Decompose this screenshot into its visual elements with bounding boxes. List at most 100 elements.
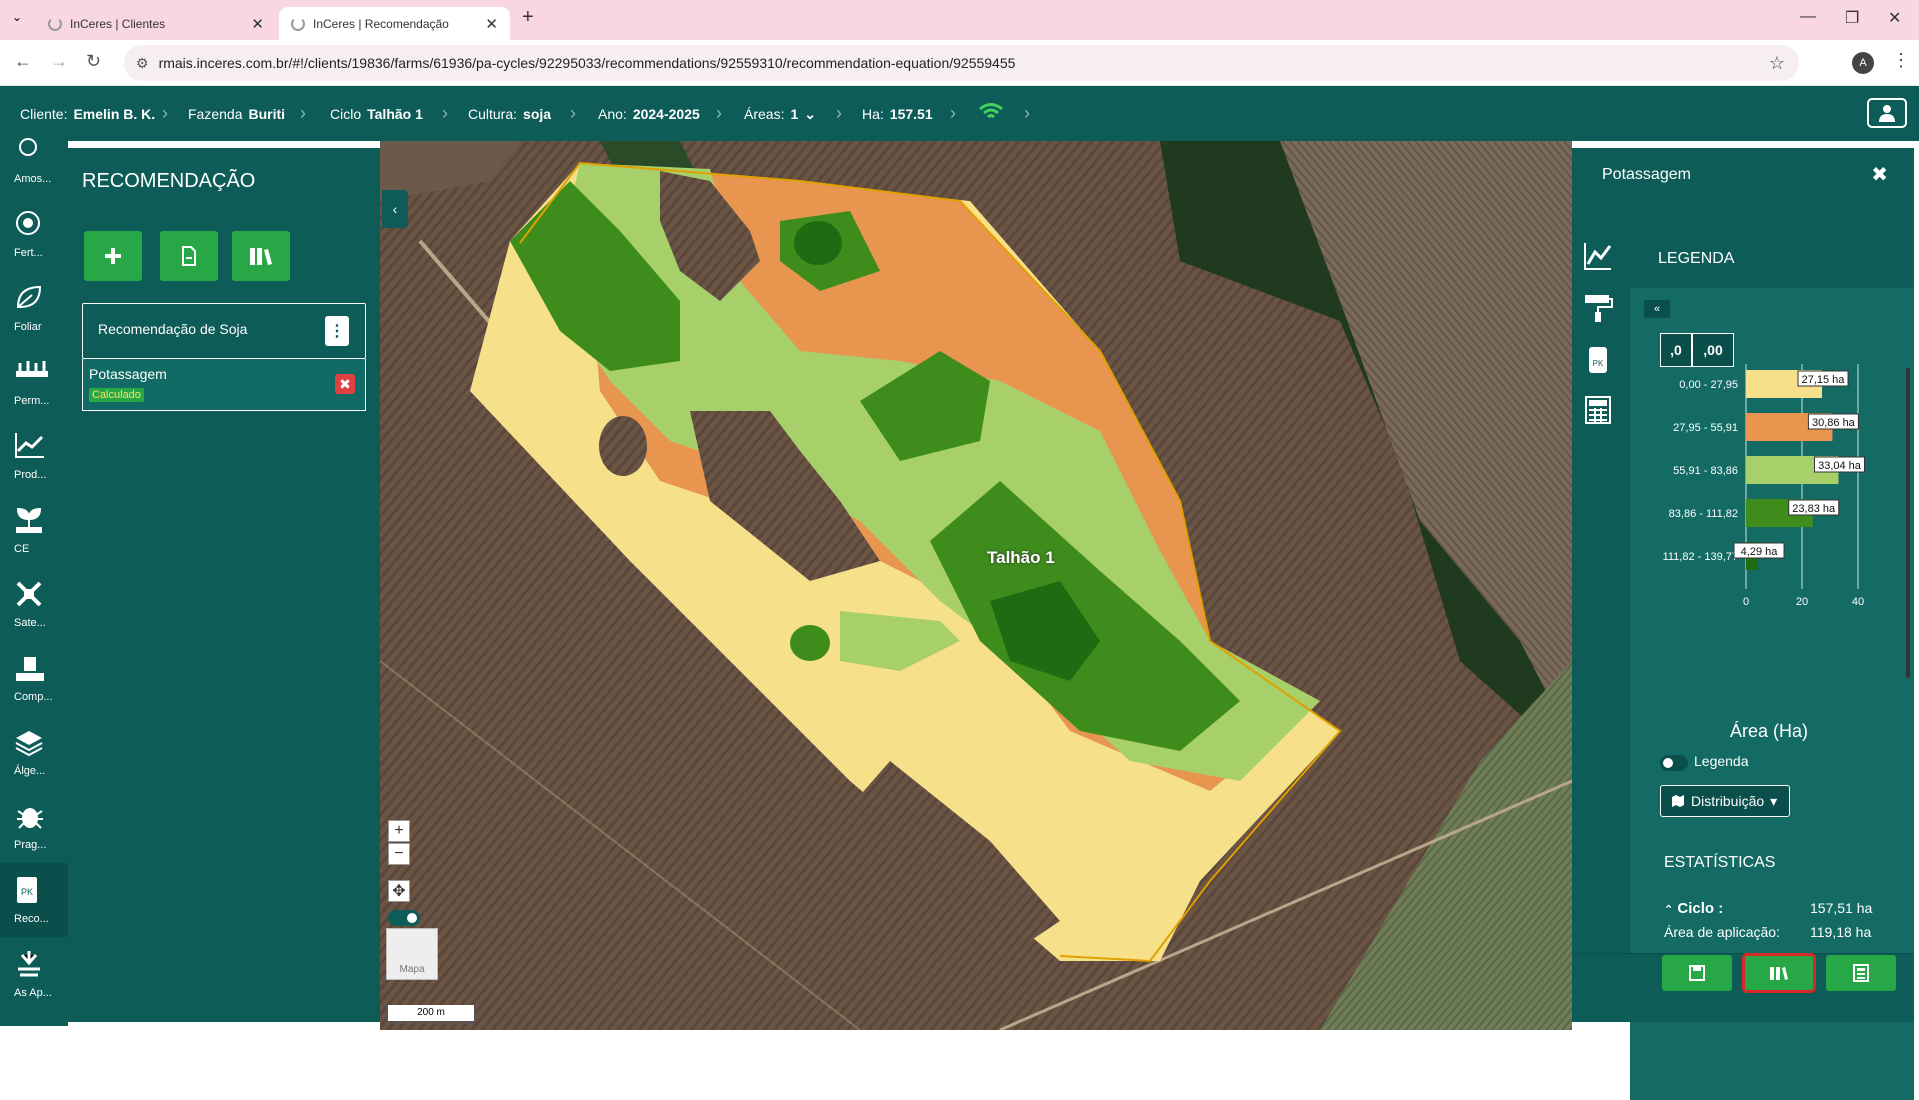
chevron-right-icon: › — [716, 103, 722, 123]
svg-text:PK: PK — [21, 887, 33, 897]
floppy-disk-icon — [1689, 965, 1705, 981]
collapse-panel-button[interactable]: ‹ — [382, 190, 408, 228]
url-input[interactable]: ⚙ rmais.inceres.com.br/#!/clients/19836/… — [124, 45, 1799, 81]
fertilizer-bag-icon[interactable]: PK — [1582, 344, 1614, 376]
chevron-right-icon: › — [300, 103, 306, 123]
layer-title: Potassagem — [1602, 166, 1691, 183]
restore-icon[interactable]: ❐ — [1845, 8, 1859, 28]
save-button[interactable] — [1662, 955, 1732, 991]
loading-spinner-icon — [291, 16, 305, 31]
profile-avatar[interactable]: A — [1852, 52, 1874, 74]
browser-menu-icon[interactable]: ⋮ — [1892, 50, 1910, 71]
library-button[interactable] — [232, 231, 290, 281]
window-close-icon[interactable]: ✕ — [1888, 8, 1901, 28]
nav-item-permanente[interactable]: Perm... — [0, 345, 68, 419]
chevron-right-icon: › — [442, 103, 448, 123]
crop-info[interactable]: Cultura: soja — [468, 106, 551, 122]
recommendation-menu-button[interactable]: ⋮ — [325, 316, 349, 346]
recommendation-card[interactable]: Recomendação de Soja ⋮ — [82, 303, 366, 359]
chevron-right-icon: › — [950, 103, 956, 123]
nav-item-ce[interactable]: CE — [0, 493, 68, 567]
address-bar-row: ← → ↻ ⚙ rmais.inceres.com.br/#!/clients/… — [0, 40, 1919, 86]
plant-icon — [16, 507, 42, 533]
cycle-info[interactable]: Ciclo Talhão 1 — [330, 106, 423, 122]
forward-arrow-icon[interactable]: → — [50, 51, 68, 72]
context-bar: Cliente: Emelin B. K. › Fazenda Buriti › C… — [0, 86, 1919, 141]
map-canvas[interactable] — [380, 141, 1572, 1030]
value-label: 23,83 ha — [1792, 503, 1836, 515]
plus-icon — [105, 248, 121, 264]
browser-tab-clientes[interactable]: InCeres | Clientes ✕ — [36, 7, 276, 40]
farm-info[interactable]: Fazenda Buriti — [188, 106, 285, 122]
reload-icon[interactable]: ↻ — [86, 51, 101, 72]
add-recommendation-button[interactable] — [84, 231, 142, 281]
stats-title: ESTATÍSTICAS — [1664, 854, 1776, 871]
sprayer-icon — [18, 951, 40, 977]
minimize-icon[interactable]: — — [1800, 8, 1816, 26]
increase-decimals-button[interactable]: ,00 — [1692, 333, 1734, 367]
nav-item-pragas[interactable]: Prag... — [0, 789, 68, 863]
year-info[interactable]: Ano: 2024-2025 — [598, 106, 700, 122]
scale-bar: 200 m — [386, 1005, 476, 1023]
new-tab-plus-icon[interactable]: + — [522, 6, 534, 29]
areas-dropdown[interactable]: Áreas: 1 ⌄ — [744, 106, 816, 123]
stat-cycle-label[interactable]: ⌃ Ciclo : — [1664, 900, 1723, 917]
satellite-icon — [16, 581, 42, 607]
back-arrow-icon[interactable]: ← — [14, 51, 32, 72]
calculate-button[interactable] — [1826, 955, 1896, 991]
nav-item-foliar[interactable]: Foliar — [0, 271, 68, 345]
export-pdf-button[interactable] — [160, 231, 218, 281]
svg-text:PK: PK — [1593, 359, 1604, 368]
x-axis-label: Área (Ha) — [1730, 721, 1809, 741]
user-account-button[interactable] — [1867, 98, 1907, 128]
caret-up-icon: ⌃ — [1664, 904, 1674, 916]
nav-item-produtividade[interactable]: Prod... — [0, 419, 68, 493]
calculator-icon — [1853, 964, 1869, 982]
value-label: 30,86 ha — [1812, 417, 1856, 429]
layer-toggle[interactable] — [388, 910, 420, 926]
client-info[interactable]: Cliente: Emelin B. K. — [20, 106, 155, 122]
calculator-icon[interactable] — [1582, 394, 1614, 426]
close-tab-icon[interactable]: ✕ — [485, 15, 498, 33]
decrease-decimals-button[interactable]: ,0 — [1660, 333, 1692, 367]
legend-toggle-switch[interactable] — [1660, 755, 1688, 771]
nav-item-compactacao[interactable]: Comp... — [0, 641, 68, 715]
hectares-info: Ha: 157.51 — [862, 106, 933, 122]
tab-list-chevron-icon[interactable]: ⌄ — [12, 10, 22, 24]
chart-line-icon[interactable] — [1582, 240, 1614, 272]
panel-scrollbar[interactable] — [1906, 368, 1910, 678]
category-label: 0,00 - 27,95 — [1679, 379, 1738, 391]
layers-icon — [15, 731, 43, 757]
nav-item-amostragem[interactable]: Amos... — [0, 123, 68, 197]
site-settings-icon[interactable]: ⚙ — [136, 55, 149, 72]
chart-axis-ticks: 0 20 40 — [1743, 596, 1864, 608]
fit-extent-button[interactable]: ✥ — [388, 880, 410, 902]
x-tick-label: 0 — [1743, 596, 1749, 608]
delete-item-button[interactable]: ✖ — [335, 374, 355, 394]
collapse-legend-button[interactable]: « — [1644, 300, 1670, 318]
close-panel-icon[interactable]: ✖ — [1871, 162, 1888, 187]
layer-details-panel: Potassagem ✖ PK LEGENDA « ,0 ,00 0,00 - … — [1572, 148, 1914, 1100]
nav-item-algebra[interactable]: Álge... — [0, 715, 68, 789]
zoom-in-button[interactable]: + — [388, 820, 410, 842]
nav-item-satelite[interactable]: Sate... — [0, 567, 68, 641]
recommendation-item[interactable]: Potassagem Calculado ✖ — [82, 359, 366, 411]
chart-line-icon — [15, 433, 44, 458]
library-footer-button[interactable] — [1742, 953, 1816, 993]
nav-item-recomendacao[interactable]: PK Reco... — [0, 863, 68, 937]
close-tab-icon[interactable]: ✕ — [251, 15, 264, 33]
category-label: 111,82 - 139,77 — [1663, 551, 1738, 563]
zoom-out-button[interactable]: − — [388, 843, 410, 865]
satellite-map — [380, 141, 1572, 1030]
nav-item-fertilidade[interactable]: Fert... — [0, 197, 68, 271]
browser-tab-recomendacao[interactable]: InCeres | Recomendação ✕ — [279, 7, 510, 40]
bookmark-star-icon[interactable]: ☆ — [1769, 53, 1785, 74]
paint-roller-icon[interactable] — [1582, 292, 1614, 324]
sampling-icon — [19, 138, 37, 156]
nav-item-as-aplicado[interactable]: As Ap... — [0, 937, 68, 1011]
tab-title: InCeres | Recomendação — [313, 16, 449, 31]
field-label: Talhão 1 — [987, 548, 1055, 567]
distribution-dropdown[interactable]: Distribuição ▾ — [1660, 785, 1790, 817]
stat-cycle-value: 157,51 ha — [1810, 900, 1873, 916]
basemap-thumbnail[interactable]: Mapa — [386, 928, 438, 980]
